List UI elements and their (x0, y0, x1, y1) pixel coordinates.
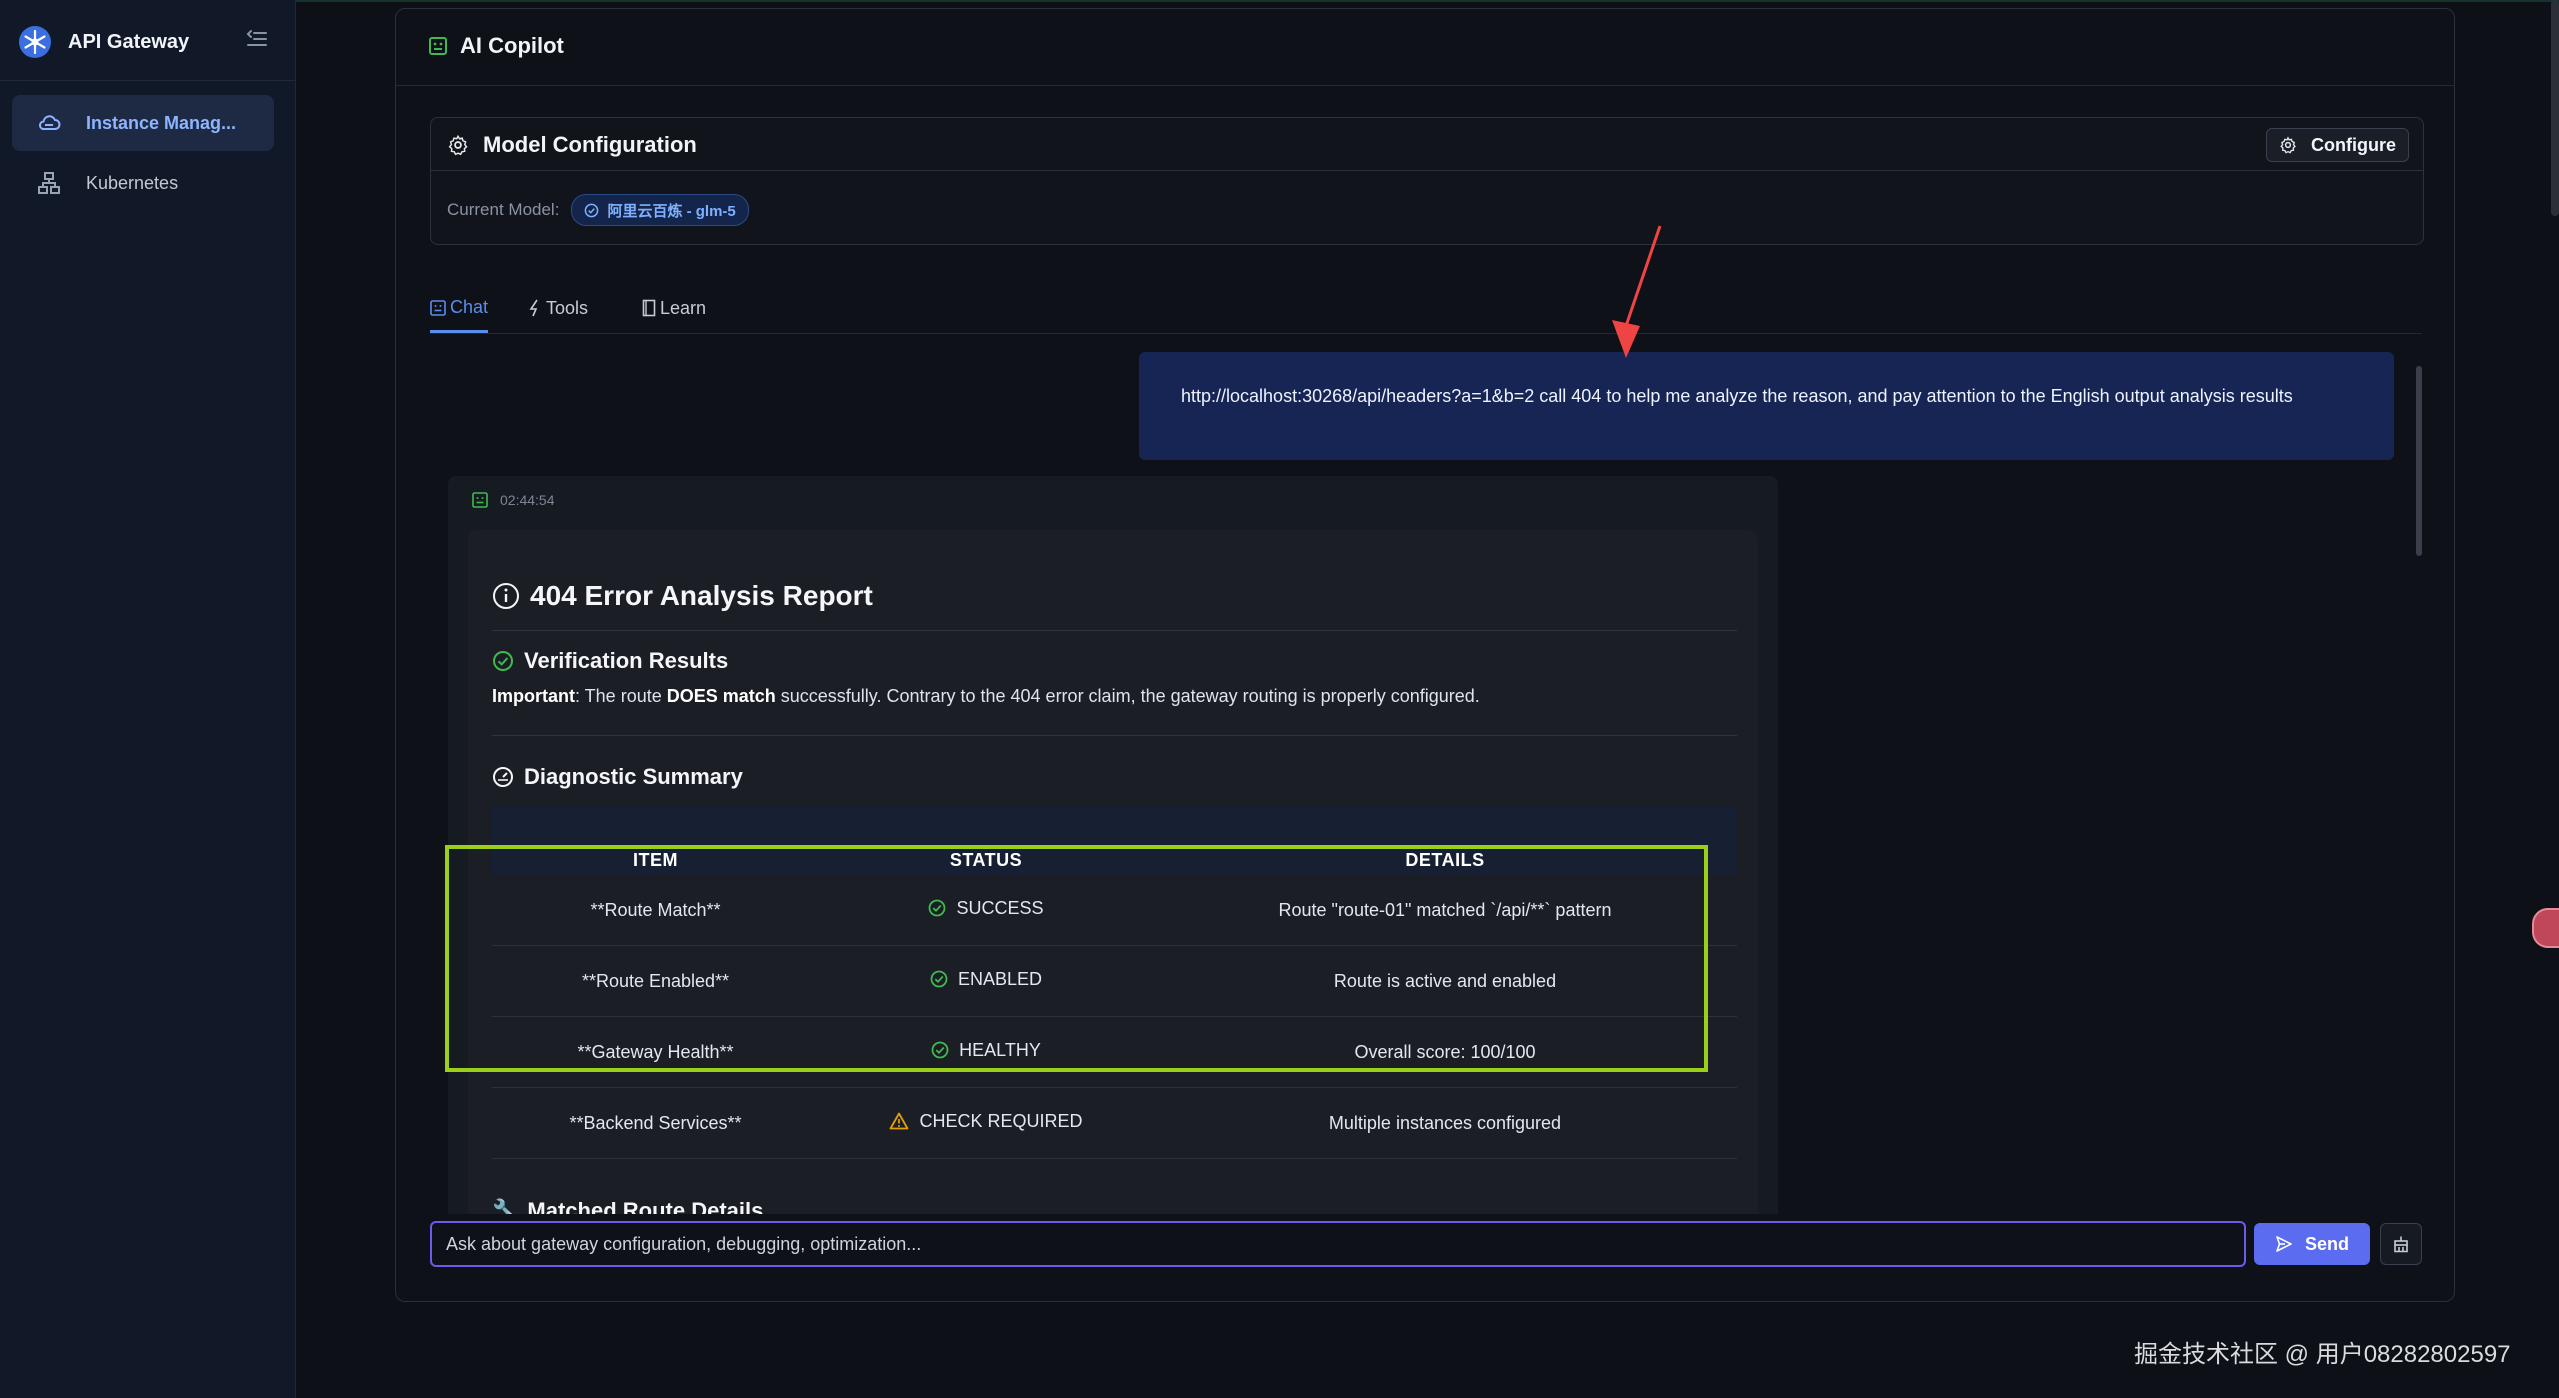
model-configuration-header: Model Configuration Configure (431, 118, 2423, 171)
chat-composer: Send (430, 1221, 2422, 1271)
ai-message: 02:44:54 404 Error Analysis Report Verif… (448, 476, 1778, 1214)
table-header-row: ITEM STATUS DETAILS (492, 806, 1737, 875)
item-cell: **Route Match** (492, 875, 819, 946)
tab-tools[interactable]: Tools (528, 285, 588, 331)
gauge-icon (493, 767, 513, 787)
panel-title: AI Copilot (428, 33, 564, 59)
current-model-chip[interactable]: 阿里云百炼 - glm-5 (571, 194, 749, 226)
gear-icon (2280, 136, 2296, 154)
details-cell: Multiple instances configured (1153, 1087, 1737, 1159)
diagnostic-table: ITEM STATUS DETAILS **Route Match** SUCC… (492, 806, 1737, 1159)
watermark: 掘金技术社区 @ 用户08282802597 (2134, 1341, 2511, 1368)
send-button[interactable]: Send (2254, 1223, 2370, 1265)
robot-icon (472, 492, 488, 508)
sidebar-item-kubernetes[interactable]: Kubernetes (12, 155, 274, 211)
column-header-status: STATUS (819, 806, 1153, 875)
ai-message-meta: 02:44:54 (472, 492, 555, 508)
collapse-menu-icon[interactable] (246, 28, 268, 50)
broom-icon (2394, 1236, 2408, 1253)
cloud-icon (39, 115, 61, 130)
column-header-details: DETAILS (1153, 806, 1737, 875)
item-cell: **Backend Services** (492, 1087, 819, 1159)
status-cell: ENABLED (819, 945, 1153, 1017)
matched-route-details-title: 🔧 Matched Route Details (492, 1198, 763, 1214)
check-circle-icon (931, 1041, 949, 1059)
warning-icon (890, 1112, 909, 1130)
ai-timestamp: 02:44:54 (500, 492, 555, 508)
sidebar-item-label: Instance Manag... (86, 112, 237, 133)
status-cell: HEALTHY (819, 1016, 1153, 1088)
table-row: **Route Match** SUCCESS Route "route-01"… (492, 875, 1737, 946)
book-icon (642, 299, 656, 317)
details-cell: Route "route-01" matched `/api/**` patte… (1153, 875, 1737, 946)
check-circle-icon (585, 203, 599, 217)
gear-icon (448, 134, 468, 156)
sidebar-item-instance-management[interactable]: Instance Manag... (12, 95, 274, 151)
column-header-item: ITEM (492, 806, 819, 875)
item-cell: **Route Enabled** (492, 945, 819, 1017)
tab-chat[interactable]: Chat (430, 285, 489, 333)
divider (492, 630, 1737, 631)
model-configuration-title: Model Configuration (447, 132, 697, 158)
table-row: **Gateway Health** HEALTHY Overall score… (492, 1016, 1737, 1088)
lightning-icon (529, 299, 538, 317)
robot-icon (430, 299, 446, 316)
page-scrollbar[interactable] (2551, 0, 2559, 216)
analysis-report: 404 Error Analysis Report Verification R… (468, 530, 1758, 1214)
divider (492, 735, 1737, 736)
gateway-logo-icon (19, 26, 51, 58)
copilot-tabs: Chat Tools Learn (430, 277, 2422, 334)
status-cell: CHECK REQUIRED (819, 1087, 1153, 1159)
verification-text: Important: The route DOES match successf… (492, 686, 1480, 706)
sidebar-divider (0, 80, 295, 81)
top-accent-line (296, 0, 2559, 2)
configure-button[interactable]: Configure (2266, 128, 2409, 162)
report-title: 404 Error Analysis Report (492, 580, 873, 612)
check-circle-icon (493, 651, 513, 671)
check-circle-icon (930, 970, 948, 988)
status-cell: SUCCESS (819, 875, 1153, 946)
table-row: **Backend Services** CHECK REQUIRED Mult… (492, 1087, 1737, 1159)
current-model-row: Current Model: 阿里云百炼 - glm-5 (447, 194, 749, 226)
panel-header: AI Copilot (396, 9, 2454, 86)
chat-scrollbar[interactable] (2416, 366, 2422, 556)
sidebar: API Gateway Instance Manag... Kubernetes (0, 0, 296, 1398)
verification-title: Verification Results (492, 648, 728, 674)
sidebar-item-label: Kubernetes (86, 172, 179, 193)
details-cell: Route is active and enabled (1153, 945, 1737, 1017)
item-cell: **Gateway Health** (492, 1016, 819, 1088)
red-arrow-annotation-icon (1612, 225, 1662, 358)
app-title: API Gateway (68, 30, 190, 53)
tab-learn[interactable]: Learn (642, 285, 706, 331)
model-configuration-card: Model Configuration Configure Current Mo… (430, 117, 2424, 245)
send-icon (2276, 1236, 2292, 1252)
chat-input[interactable] (430, 1221, 2246, 1267)
ai-copilot-panel: AI Copilot Model Configuration Configure (395, 8, 2455, 1302)
sitemap-icon (38, 172, 60, 194)
chat-messages[interactable]: http://localhost:30268/api/headers?a=1&b… (430, 344, 2422, 1214)
robot-icon (429, 37, 447, 55)
table-row: **Route Enabled** ENABLED Route is activ… (492, 945, 1737, 1017)
wrench-icon: 🔧 (492, 1198, 520, 1214)
brand[interactable]: API Gateway (18, 20, 189, 64)
check-circle-icon (929, 899, 946, 917)
clear-chat-button[interactable] (2380, 1223, 2422, 1265)
diagnostic-title: Diagnostic Summary (492, 764, 743, 790)
details-cell: Overall score: 100/100 (1153, 1016, 1737, 1088)
floating-assistant-widget[interactable] (2532, 908, 2559, 948)
info-icon (493, 583, 519, 609)
user-message: http://localhost:30268/api/headers?a=1&b… (1139, 352, 2394, 460)
current-model-label: Current Model: (447, 200, 560, 219)
